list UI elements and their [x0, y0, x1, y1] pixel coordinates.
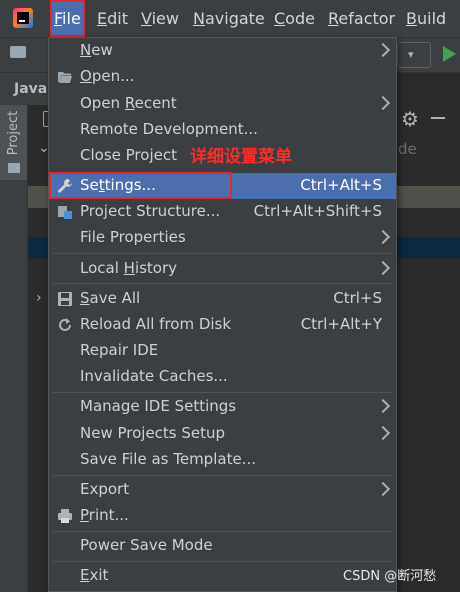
menu-item-label: New Projects Setup: [80, 424, 226, 442]
main-menubar: File Edit View Navigate Code Refactor Bu…: [0, 0, 460, 38]
menu-item-new[interactable]: New: [49, 38, 396, 64]
menu-item-label: File Properties: [80, 228, 186, 246]
reload-icon: [59, 318, 71, 331]
menu-item-open[interactable]: Open...: [49, 64, 396, 90]
menu-item-label: Local History: [80, 259, 178, 277]
folder-open-icon: [58, 72, 72, 83]
menu-item-remote-development[interactable]: Remote Development...: [49, 117, 396, 143]
menu-edit[interactable]: Edit: [93, 0, 132, 37]
menu-view-mnemonic: V: [141, 9, 152, 28]
menu-edit-mnemonic: E: [97, 9, 108, 28]
wrench-icon: [58, 179, 72, 193]
menu-item-label: Save File as Template...: [80, 450, 256, 468]
menu-build-label: uild: [416, 9, 447, 28]
menu-item-power-save-mode[interactable]: Power Save Mode: [49, 533, 396, 559]
menu-item-label: Power Save Mode: [80, 536, 213, 554]
menu-file[interactable]: File: [50, 0, 85, 37]
menu-refactor[interactable]: Refactor: [324, 0, 399, 37]
menu-edit-label: dit: [107, 9, 128, 28]
menu-item-project-structure[interactable]: Project Structure... Ctrl+Alt+Shift+S: [49, 199, 396, 225]
intellij-logo-icon: [13, 8, 33, 28]
menu-view-label: iew: [151, 9, 179, 28]
menu-item-save-file-as-template[interactable]: Save File as Template...: [49, 447, 396, 473]
menu-item-shortcut: Ctrl+Alt+S: [300, 176, 382, 194]
menu-item-label: Reload All from Disk: [80, 315, 232, 333]
menu-item-label: Manage IDE Settings: [80, 397, 237, 415]
menu-separator: [53, 253, 392, 254]
menu-build-mnemonic: B: [406, 9, 417, 28]
menu-item-label: Print...: [80, 506, 129, 524]
menu-item-label: Close Project: [80, 146, 177, 164]
menu-separator: [53, 531, 392, 532]
menu-separator: [53, 561, 392, 562]
menu-item-shortcut: Ctrl+Alt+Shift+S: [253, 202, 382, 220]
breadcrumb-java[interactable]: Java: [0, 73, 48, 105]
menu-file-label: ile: [62, 9, 81, 28]
menu-build[interactable]: Build: [402, 0, 450, 37]
menu-item-shortcut: Ctrl+S: [333, 289, 382, 307]
menu-separator: [53, 475, 392, 476]
open-folder-icon[interactable]: [10, 46, 26, 58]
chevron-right-icon[interactable]: ›: [36, 290, 42, 306]
editor-text-fragment: de: [398, 140, 417, 158]
chevron-right-icon: [375, 42, 391, 58]
menu-code-mnemonic: C: [274, 9, 286, 28]
project-tool-tab-label: Project: [6, 110, 21, 156]
menu-navigate-mnemonic: N: [193, 9, 205, 28]
menu-item-label: Export: [80, 480, 130, 498]
menu-navigate[interactable]: Navigate: [189, 0, 269, 37]
menu-item-label: Invalidate Caches...: [80, 367, 228, 385]
menu-item-label: Open Recent: [80, 94, 177, 112]
menu-separator: [53, 392, 392, 393]
chevron-right-icon: [375, 229, 391, 245]
menu-view[interactable]: View: [137, 0, 183, 37]
menu-item-open-recent[interactable]: Open Recent: [49, 91, 396, 117]
menu-item-label: Open...: [80, 67, 135, 85]
project-structure-icon: [58, 206, 72, 219]
run-config-dropdown[interactable]: ▾: [397, 42, 431, 68]
menu-item-reload-all[interactable]: Reload All from Disk Ctrl+Alt+Y: [49, 312, 396, 338]
chevron-right-icon: [375, 398, 391, 414]
menu-item-invalidate-caches[interactable]: Invalidate Caches...: [49, 364, 396, 390]
menu-item-label: Settings...: [80, 176, 156, 194]
menu-item-label: Exit: [80, 566, 109, 584]
menu-item-label: Remote Development...: [80, 120, 258, 138]
menu-item-repair-ide[interactable]: Repair IDE: [49, 338, 396, 364]
menu-item-file-properties[interactable]: File Properties: [49, 225, 396, 251]
project-folder-icon: [8, 163, 20, 173]
menu-separator: [53, 283, 392, 284]
menu-item-label: New: [80, 41, 113, 59]
menu-navigate-label: avigate: [204, 9, 265, 28]
menu-item-export[interactable]: Export: [49, 477, 396, 503]
menu-code-label: ode: [285, 9, 315, 28]
chevron-right-icon: [375, 425, 391, 441]
chevron-down-icon: ▾: [408, 48, 414, 61]
run-icon[interactable]: [443, 46, 456, 62]
chevron-right-icon: [375, 481, 391, 497]
chevron-right-icon: [375, 260, 391, 276]
menu-item-print[interactable]: Print...: [49, 503, 396, 529]
minimize-icon[interactable]: [431, 117, 445, 119]
menu-refactor-mnemonic: R: [328, 9, 339, 28]
file-menu-dropdown: New Open... Open Recent Remote Developme…: [48, 37, 397, 592]
menu-refactor-label: efactor: [338, 9, 396, 28]
menu-item-new-projects-setup[interactable]: New Projects Setup: [49, 421, 396, 447]
watermark: CSDN @断河愁: [343, 569, 437, 584]
menu-item-label: Save All: [80, 289, 141, 307]
menu-item-manage-ide-settings[interactable]: Manage IDE Settings: [49, 394, 396, 420]
menu-item-shortcut: Ctrl+Alt+Y: [300, 315, 382, 333]
menu-item-settings[interactable]: Settings... Ctrl+Alt+S: [49, 173, 396, 199]
menu-file-mnemonic: F: [54, 9, 63, 28]
menu-item-label: Repair IDE: [80, 341, 159, 359]
menu-code[interactable]: Code: [270, 0, 319, 37]
chevron-right-icon: [375, 95, 391, 111]
menu-item-local-history[interactable]: Local History: [49, 256, 396, 282]
menu-item-label: Project Structure...: [80, 202, 221, 220]
gear-icon[interactable]: ⚙: [401, 107, 419, 131]
annotation-label: 详细设置菜单: [190, 147, 292, 167]
menu-item-save-all[interactable]: Save All Ctrl+S: [49, 286, 396, 312]
save-icon: [58, 292, 72, 306]
print-icon: [58, 509, 72, 523]
